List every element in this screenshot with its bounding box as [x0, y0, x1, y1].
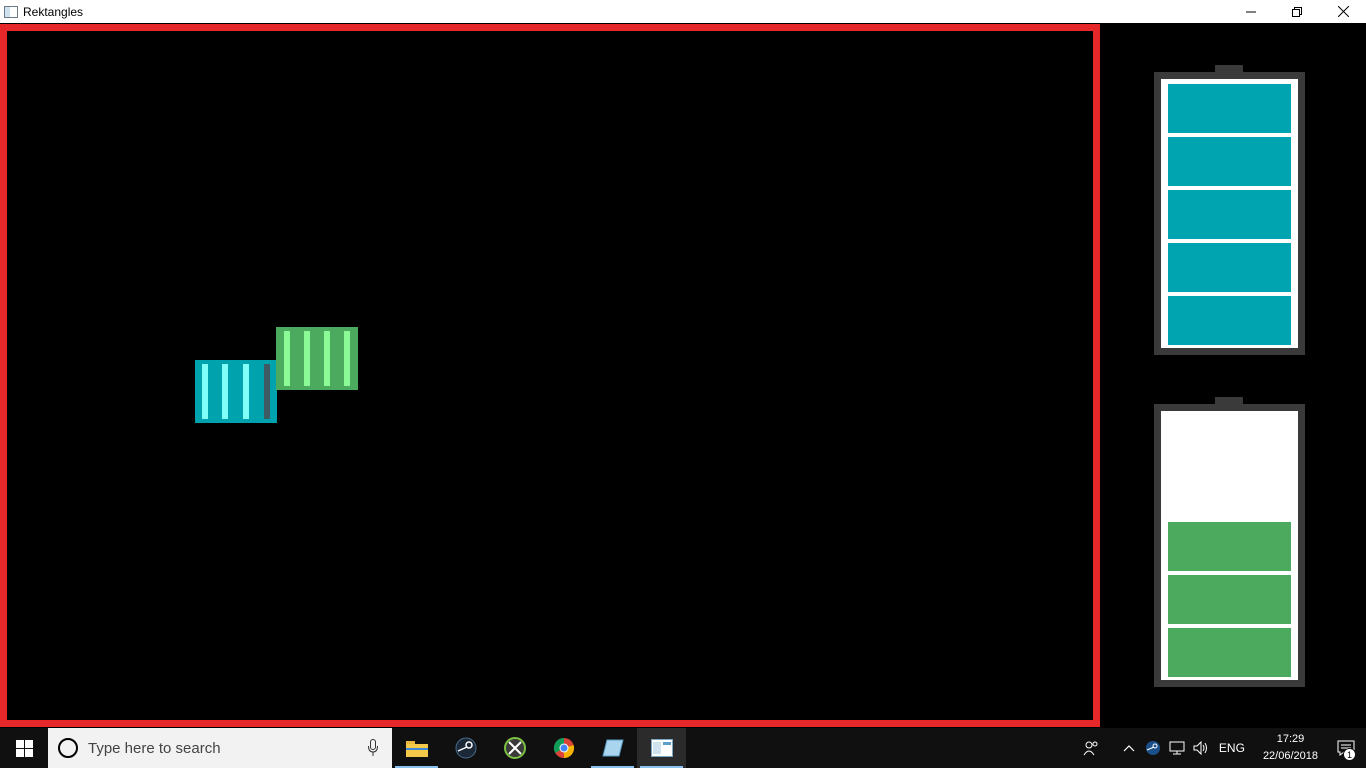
language-indicator[interactable]: ENG [1213, 741, 1255, 755]
battery-shell [1154, 404, 1305, 687]
window-controls [1228, 0, 1366, 23]
restore-icon [1292, 6, 1302, 17]
taskbar: Type here to search ENG 17:29 22/06/2018… [0, 728, 1366, 768]
close-button[interactable] [1320, 0, 1366, 23]
search-placeholder: Type here to search [88, 739, 221, 757]
battery-cell [1168, 575, 1291, 624]
steam-tray-icon[interactable] [1141, 728, 1165, 768]
battery-cells [1161, 79, 1298, 348]
battery-cell [1168, 137, 1291, 186]
volume-icon[interactable] [1189, 728, 1213, 768]
folder-icon [405, 741, 428, 757]
cyan-battery [1154, 65, 1305, 355]
green-player-stripe [284, 331, 290, 386]
minimize-button[interactable] [1228, 0, 1274, 23]
cyan-player-rectangle [195, 360, 277, 423]
microphone-icon[interactable] [368, 739, 378, 757]
battery-cell [1168, 296, 1291, 345]
battery-cell [1168, 628, 1291, 677]
battery-cell [1168, 190, 1291, 239]
restore-button[interactable] [1274, 0, 1320, 23]
search-box[interactable]: Type here to search [48, 728, 392, 768]
battery-shell [1154, 72, 1305, 355]
title-bar: Rektangles [0, 0, 1366, 23]
app-blue-icon [601, 739, 624, 757]
chrome-taskbar-button[interactable] [539, 728, 588, 768]
app-icon [4, 5, 18, 18]
rektangles-icon [650, 739, 673, 757]
clock-date: 22/06/2018 [1262, 750, 1318, 762]
people-icon[interactable] [1079, 728, 1103, 768]
battery-cell [1168, 522, 1291, 571]
green-battery [1154, 397, 1305, 687]
chevron-up-icon[interactable] [1117, 728, 1141, 768]
app-blue-taskbar-button[interactable] [588, 728, 637, 768]
green-player-rectangle [276, 327, 358, 390]
green-player-stripe [324, 331, 330, 386]
close-icon [1337, 6, 1349, 17]
game-canvas[interactable] [0, 23, 1366, 728]
windows-logo-icon [15, 739, 33, 757]
cyan-player-stripe [222, 364, 228, 419]
file-explorer-taskbar-button[interactable] [392, 728, 441, 768]
battery-cell [1168, 243, 1291, 292]
xbox-icon [503, 737, 526, 759]
start-button[interactable] [0, 728, 48, 768]
green-player-stripe [344, 331, 350, 386]
minimize-icon [1246, 11, 1256, 12]
clock[interactable]: 17:29 22/06/2018 [1255, 731, 1326, 765]
arena [0, 24, 1100, 727]
network-icon[interactable] [1165, 728, 1189, 768]
steam-icon [455, 737, 476, 759]
cyan-player-stripe [243, 364, 249, 419]
battery-cells [1161, 411, 1298, 680]
notification-count-badge: 1 [1343, 748, 1356, 761]
cyan-player-stripe [202, 364, 208, 419]
clock-time: 17:29 [1276, 733, 1305, 745]
chrome-icon [553, 737, 574, 759]
system-tray: ENG 17:29 22/06/2018 1 [1079, 728, 1366, 768]
green-player-stripe [304, 331, 310, 386]
action-center-button[interactable]: 1 [1326, 728, 1366, 768]
steam-taskbar-button[interactable] [441, 728, 490, 768]
rektangles-taskbar-button[interactable] [637, 728, 686, 768]
window-title: Rektangles [23, 4, 84, 19]
xbox-taskbar-button[interactable] [490, 728, 539, 768]
cortana-icon [58, 738, 78, 758]
cyan-player-edge [264, 364, 270, 419]
battery-cell [1168, 84, 1291, 133]
